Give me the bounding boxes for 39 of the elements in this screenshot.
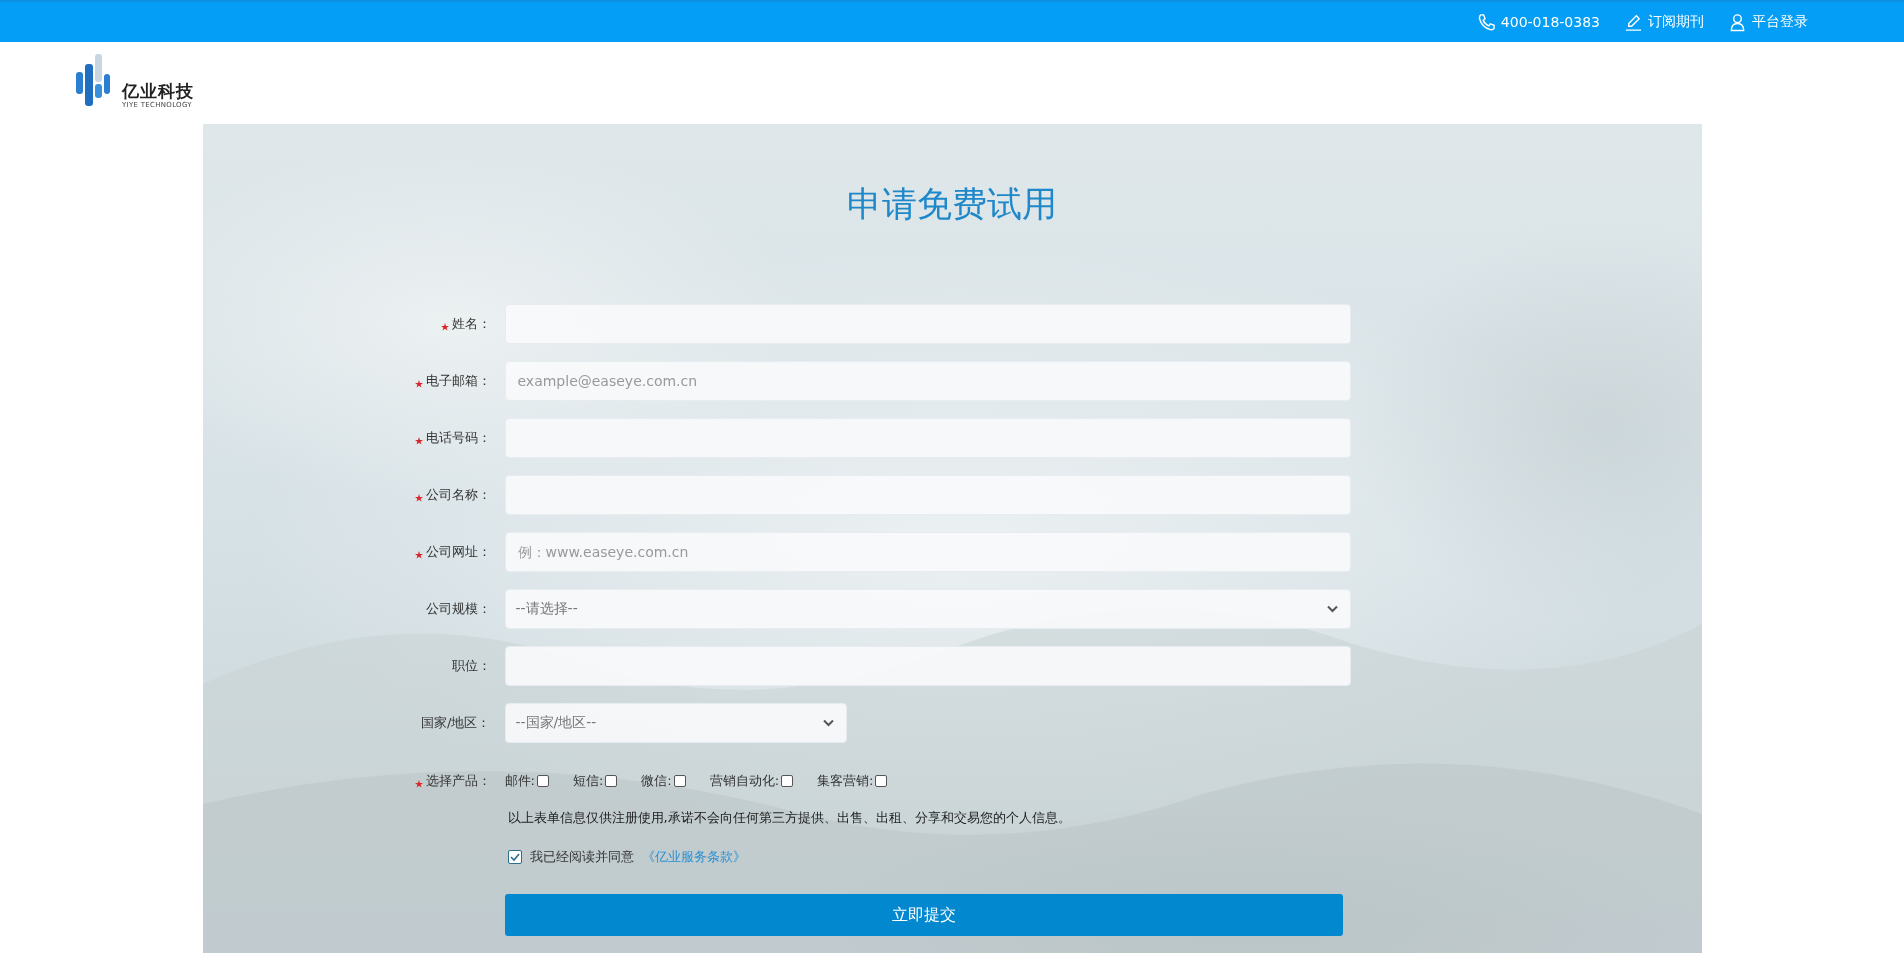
logo-text: 亿业科技 bbox=[122, 81, 194, 101]
header-link[interactable]: 订阅期刊 bbox=[1624, 12, 1704, 32]
field-label: 电子邮箱： bbox=[425, 372, 491, 390]
header-link[interactable]: 平台登录 bbox=[1728, 12, 1808, 32]
select-field[interactable]: --国家/地区-- bbox=[504, 703, 847, 743]
option-label: 短信: bbox=[572, 772, 604, 790]
input-field[interactable] bbox=[504, 475, 1351, 515]
input-field[interactable]: example@easeye.com.cn bbox=[504, 361, 1351, 401]
field-label: 公司名称： bbox=[425, 486, 491, 504]
caret-icon bbox=[822, 719, 834, 727]
option-label: 集客营销: bbox=[817, 772, 874, 790]
checkbox[interactable] bbox=[781, 775, 794, 787]
field-label: 公司规模： bbox=[425, 600, 491, 618]
checkbox[interactable] bbox=[875, 775, 888, 787]
field-label: 职位： bbox=[451, 657, 491, 675]
header-link[interactable]: 400-018-0383 bbox=[1476, 12, 1600, 32]
checkbox[interactable] bbox=[605, 775, 618, 787]
option-label: 微信: bbox=[641, 772, 672, 790]
terms-link[interactable]: 《亿业服务条款》 bbox=[641, 848, 746, 866]
submit-button[interactable]: 立即提交 bbox=[504, 894, 1343, 936]
input-field[interactable] bbox=[504, 418, 1351, 458]
input-field[interactable]: 例：www.easeye.com.cn bbox=[504, 532, 1351, 572]
option-label: 邮件: bbox=[504, 772, 535, 790]
phone-icon bbox=[1476, 12, 1496, 32]
page-title: 申请免费试用 bbox=[846, 183, 1058, 226]
field-label: 选择产品： bbox=[425, 772, 491, 790]
field-label: 电话号码： bbox=[425, 429, 491, 447]
caret-icon bbox=[1326, 605, 1338, 613]
select-field[interactable]: --请选择-- bbox=[504, 589, 1351, 629]
edit-icon bbox=[1624, 12, 1643, 32]
field-label: 公司网址： bbox=[425, 543, 491, 561]
input-field[interactable] bbox=[504, 304, 1351, 344]
user-icon bbox=[1728, 12, 1747, 32]
input-field[interactable] bbox=[504, 646, 1351, 686]
field-label: 姓名： bbox=[451, 315, 491, 333]
agree-text: 我已经阅读并同意 bbox=[529, 848, 634, 866]
option-label: 营销自动化: bbox=[709, 772, 780, 790]
field-label: 国家/地区： bbox=[421, 714, 491, 732]
privacy-notice: 以上表单信息仅供注册使用,承诺不会向任何第三方提供、出售、出租、分享和交易您的个人信息。 bbox=[507, 809, 1072, 827]
